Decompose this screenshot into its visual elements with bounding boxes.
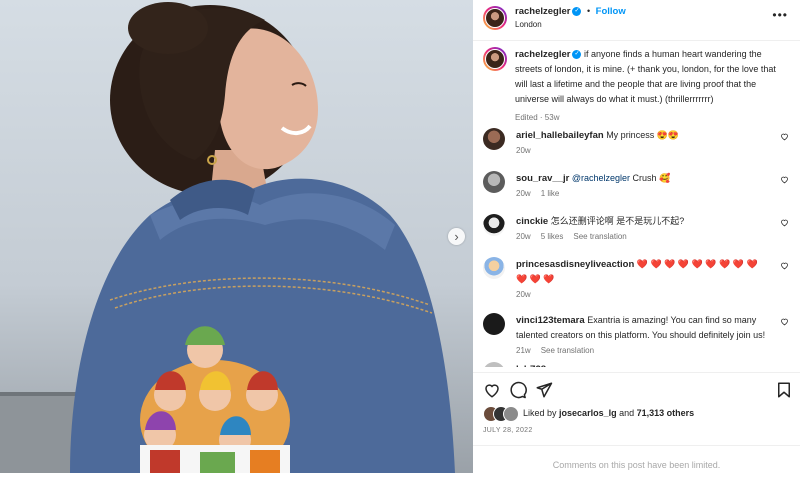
caption-body: rachelzegler ✓ if anyone finds a human he… [515, 47, 780, 125]
separator-dot: • [586, 6, 591, 16]
share-icon[interactable] [535, 381, 553, 399]
comment-time[interactable]: 20w [516, 290, 531, 299]
verified-badge-icon: ✓ [572, 7, 582, 17]
likes-count-link[interactable]: 71,313 others [637, 408, 695, 418]
comment-text: 怎么还删评论啊 是不是玩儿不起? [550, 216, 685, 226]
caption-meta: Edited · 53w [515, 113, 560, 122]
comment-like-heart-icon[interactable] [780, 317, 789, 326]
author-avatar[interactable] [483, 6, 507, 30]
likes-joiner: and [619, 408, 635, 418]
commenter-avatar[interactable] [483, 313, 505, 335]
comments-scroll-area[interactable]: rachelzegler ✓ if anyone finds a human he… [473, 41, 800, 367]
commenter-avatar[interactable] [483, 171, 505, 193]
liker-avatar [503, 406, 519, 422]
commenter-avatar[interactable] [483, 128, 505, 150]
post-photo: › [0, 0, 473, 473]
comment-time[interactable]: 20w [516, 232, 531, 241]
post-actions-bar [473, 372, 800, 409]
comment-like-heart-icon[interactable] [780, 175, 789, 184]
comment-like-heart-icon[interactable] [780, 261, 789, 270]
photo-illustration [0, 2, 455, 473]
comment-username[interactable]: cinckie [516, 216, 548, 227]
bookmark-icon[interactable] [775, 381, 793, 399]
comment-like-heart-icon[interactable] [780, 132, 789, 141]
post-date[interactable]: JULY 28, 2022 [483, 427, 533, 434]
post-side-panel: rachelzegler ✓ • Follow London ••• rachel… [473, 0, 800, 473]
comment-username[interactable]: sou_rav__jr [516, 173, 569, 184]
commenter-avatar[interactable] [483, 257, 505, 279]
comment-likes[interactable]: 1 like [541, 189, 560, 198]
comment-time[interactable]: 21w [516, 346, 531, 355]
heart-icon[interactable] [483, 381, 501, 399]
comment-icon[interactable] [509, 381, 527, 399]
caption-avatar[interactable] [483, 47, 507, 71]
post-location[interactable]: London [515, 20, 542, 29]
next-image-button[interactable]: › [448, 228, 465, 245]
post-header: rachelzegler ✓ • Follow London ••• [473, 0, 800, 41]
comment-like-heart-icon[interactable] [780, 218, 789, 227]
commenter-avatar[interactable] [483, 362, 505, 367]
liked-by-user[interactable]: josecarlos_lg [559, 408, 617, 418]
verified-badge-icon: ✓ [572, 50, 582, 60]
chevron-right-icon: › [454, 229, 459, 244]
follow-button[interactable]: Follow [596, 6, 626, 17]
comment-time[interactable]: 20w [516, 189, 531, 198]
author-username[interactable]: rachelzegler [515, 6, 570, 17]
see-translation-link[interactable]: See translation [573, 232, 626, 241]
comment-username[interactable]: ariel_hallebaileyfan [516, 130, 604, 141]
caption-username[interactable]: rachelzegler [515, 49, 570, 60]
comment-username[interactable]: princesasdisneyliveaction [516, 259, 634, 270]
comment-username[interactable]: vinci123temara [516, 315, 585, 326]
comment-username[interactable]: lebZ28 [516, 364, 546, 367]
comment-time[interactable]: 20w [516, 146, 531, 155]
comment-text: My princess 😍😍 [606, 130, 680, 140]
more-options-button[interactable]: ••• [772, 8, 788, 22]
comment-mention[interactable]: @rachelzegler [572, 173, 630, 183]
comments-limited-notice: Comments on this post have been limited. [473, 445, 800, 474]
liked-by-label: Liked by [523, 408, 557, 418]
comment-likes[interactable]: 5 likes [541, 232, 564, 241]
commenter-avatar[interactable] [483, 214, 505, 236]
comment-text: Crush 🥰 [632, 173, 671, 183]
see-translation-link[interactable]: See translation [541, 346, 594, 355]
